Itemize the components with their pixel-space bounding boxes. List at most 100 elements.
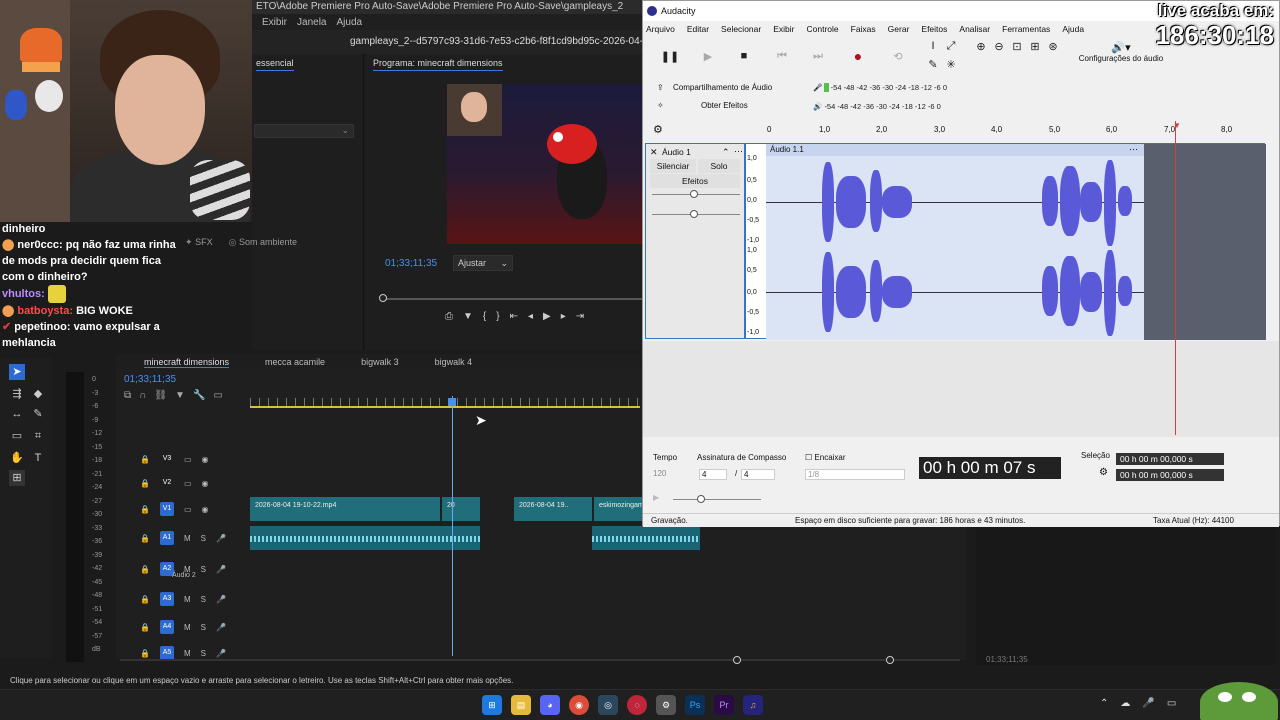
timeline-settings-icon[interactable]: ⚙ bbox=[653, 123, 663, 136]
marker-icon[interactable]: ▼ bbox=[463, 311, 473, 322]
audio-setup-button[interactable]: 🔊▾ Configurações do áudio bbox=[1075, 41, 1167, 71]
solo-icon[interactable]: S bbox=[201, 595, 206, 604]
menu-editar[interactable]: Editar bbox=[687, 24, 709, 34]
collapse-icon[interactable]: ⌃ bbox=[722, 147, 730, 158]
audio-clip[interactable] bbox=[250, 526, 480, 550]
scrubber-handle[interactable] bbox=[379, 294, 387, 302]
mic-icon[interactable]: 🎤 bbox=[216, 623, 226, 632]
mic-icon[interactable]: 🎤 bbox=[1142, 698, 1154, 709]
ambience-button[interactable]: ◎ Som ambiente bbox=[229, 237, 297, 248]
menu-gerar[interactable]: Gerar bbox=[888, 24, 910, 34]
skip-start-button[interactable]: ⏮ bbox=[769, 44, 795, 68]
audacity-time-ruler[interactable]: 0 1,0 2,0 3,0 4,0 5,0 6,0 7,0 8,0 ▼ bbox=[767, 119, 1279, 141]
explorer-icon[interactable]: ▤ bbox=[511, 695, 531, 715]
discord-icon[interactable]: ◕ bbox=[540, 695, 560, 715]
close-icon[interactable]: ✕ bbox=[650, 147, 658, 158]
snap-icon[interactable]: ∩ bbox=[139, 390, 146, 401]
skip-end-button[interactable]: ⏭ bbox=[805, 44, 831, 68]
track-select-icon[interactable]: ⇶ bbox=[9, 386, 25, 402]
premiere-icon[interactable]: Pr bbox=[714, 695, 734, 715]
type-tool-icon[interactable]: T bbox=[30, 450, 46, 466]
play-at-speed-button[interactable]: ▶ bbox=[653, 493, 659, 502]
settings-icon[interactable]: ⚙ bbox=[656, 695, 676, 715]
lock-icon[interactable]: 🔒 bbox=[140, 623, 150, 632]
mic-icon[interactable]: 🎤 bbox=[216, 595, 226, 604]
share-audio-button[interactable]: ⇪ Compartilhamento de Áudio bbox=[655, 83, 790, 97]
play-button[interactable]: ▶ bbox=[695, 44, 721, 68]
record-button[interactable]: ● bbox=[845, 44, 871, 68]
mark-out-icon[interactable]: } bbox=[496, 311, 499, 322]
playhead[interactable] bbox=[452, 396, 453, 656]
tab-bigwalk-3[interactable]: bigwalk 3 bbox=[361, 357, 399, 367]
fit-project-icon[interactable]: ⊞ bbox=[1027, 38, 1043, 54]
captions-icon[interactable]: ▭ bbox=[213, 390, 222, 401]
tab-bigwalk-4[interactable]: bigwalk 4 bbox=[435, 357, 473, 367]
mic-icon[interactable]: 🎤 bbox=[216, 534, 226, 543]
mute-icon[interactable]: M bbox=[184, 623, 191, 632]
sfx-button[interactable]: ✦ SFX bbox=[185, 237, 213, 248]
menu-selecionar[interactable]: Selecionar bbox=[721, 24, 761, 34]
scroll-handle-right[interactable] bbox=[886, 656, 894, 664]
zoom-out-icon[interactable]: ⊖ bbox=[991, 38, 1007, 54]
selection-tool-icon[interactable]: I bbox=[925, 38, 941, 54]
snap-dropdown[interactable]: 1/8 bbox=[805, 469, 905, 480]
tab-mecca-acamile[interactable]: mecca acamile bbox=[265, 357, 325, 367]
selection-start-field[interactable]: 00 h 00 m 00,000 s bbox=[1116, 453, 1224, 465]
steam-icon[interactable]: ◎ bbox=[598, 695, 618, 715]
loop-button[interactable]: ⟲ bbox=[885, 44, 911, 68]
solo-icon[interactable]: S bbox=[201, 565, 206, 574]
program-timecode[interactable]: 01;33;11;35 bbox=[385, 258, 437, 269]
slip-tool-icon[interactable]: ↔ bbox=[9, 406, 25, 422]
playback-meter[interactable]: 🔊 -54 -48 -42 -36 -30 -24 -18 -12 -6 0 bbox=[813, 102, 941, 114]
menu-janela[interactable]: Janela bbox=[297, 17, 326, 28]
draw-tool-icon[interactable]: ✎ bbox=[925, 56, 941, 72]
zoom-tool-icon[interactable]: ⊞ bbox=[9, 470, 25, 486]
audio-clip[interactable]: Áudio 1.1 ⋯ bbox=[766, 144, 1144, 340]
step-back-icon[interactable]: ◂ bbox=[528, 311, 533, 322]
time-sig-denominator[interactable]: 4 bbox=[741, 469, 775, 480]
snap-checkbox[interactable]: ☐ Encaixar bbox=[805, 453, 846, 462]
eye-icon[interactable]: ◉ bbox=[202, 455, 209, 464]
rectangle-tool-icon[interactable]: ▭ bbox=[9, 428, 25, 444]
selection-tool-icon[interactable]: ➤ bbox=[9, 364, 25, 380]
sync-icon[interactable]: ▭ bbox=[184, 505, 192, 514]
lock-icon[interactable]: 🔒 bbox=[140, 505, 150, 514]
menu-ajuda[interactable]: Ajuda bbox=[336, 17, 362, 28]
tempo-field[interactable]: 120 bbox=[653, 469, 689, 478]
chevron-up-icon[interactable]: ⌃ bbox=[1100, 698, 1108, 709]
cloud-icon[interactable]: ☁ bbox=[1120, 698, 1130, 709]
timeline-zoom-scrollbar[interactable] bbox=[120, 656, 960, 664]
zoom-toggle-icon[interactable]: ⊛ bbox=[1045, 38, 1061, 54]
timeline-timecode[interactable]: 01;33;11;35 bbox=[124, 374, 176, 385]
mic-icon[interactable]: 🎤 bbox=[216, 565, 226, 574]
pen-tool-icon[interactable]: ✎ bbox=[30, 406, 46, 422]
eye-icon[interactable]: ◉ bbox=[202, 505, 209, 514]
crop-tool-icon[interactable]: ⌗ bbox=[30, 428, 46, 444]
program-scrubber[interactable] bbox=[380, 298, 642, 300]
network-icon[interactable]: ▭ bbox=[1167, 698, 1176, 709]
solo-icon[interactable]: S bbox=[201, 534, 206, 543]
play-speed-slider[interactable] bbox=[673, 499, 761, 500]
scroll-handle-left[interactable] bbox=[733, 656, 741, 664]
get-effects-button[interactable]: ✧ Obter Efeitos bbox=[655, 101, 790, 115]
add-marker-icon[interactable]: ▼ bbox=[175, 390, 185, 401]
track-name[interactable]: Áudio 1 bbox=[662, 147, 691, 157]
menu-controle[interactable]: Controle bbox=[806, 24, 838, 34]
export-frame-icon[interactable]: ⎙ bbox=[445, 311, 453, 322]
fit-selection-icon[interactable]: ⊡ bbox=[1009, 38, 1025, 54]
selection-end-field[interactable]: 00 h 00 m 00,000 s bbox=[1116, 469, 1224, 481]
gain-slider[interactable] bbox=[690, 190, 698, 198]
lock-icon[interactable]: 🔒 bbox=[140, 455, 150, 464]
playhead-handle[interactable] bbox=[448, 398, 456, 406]
menu-ajuda[interactable]: Ajuda bbox=[1062, 24, 1084, 34]
audio-clip[interactable] bbox=[592, 526, 700, 550]
go-to-out-icon[interactable]: ⇥ bbox=[576, 311, 584, 322]
video-clip[interactable]: 2026-08-04 19-10-22.mp4 bbox=[250, 497, 440, 521]
tab-essential[interactable]: essencial bbox=[256, 58, 294, 71]
hand-tool-icon[interactable]: ✋ bbox=[9, 450, 25, 466]
fit-dropdown[interactable]: Ajustar ⌄ bbox=[453, 255, 513, 271]
video-clip[interactable]: eskimozingam bbox=[594, 497, 642, 521]
audacity-icon[interactable]: ♫ bbox=[743, 695, 763, 715]
time-sig-numerator[interactable]: 4 bbox=[699, 469, 727, 480]
menu-faixas[interactable]: Faixas bbox=[851, 24, 876, 34]
